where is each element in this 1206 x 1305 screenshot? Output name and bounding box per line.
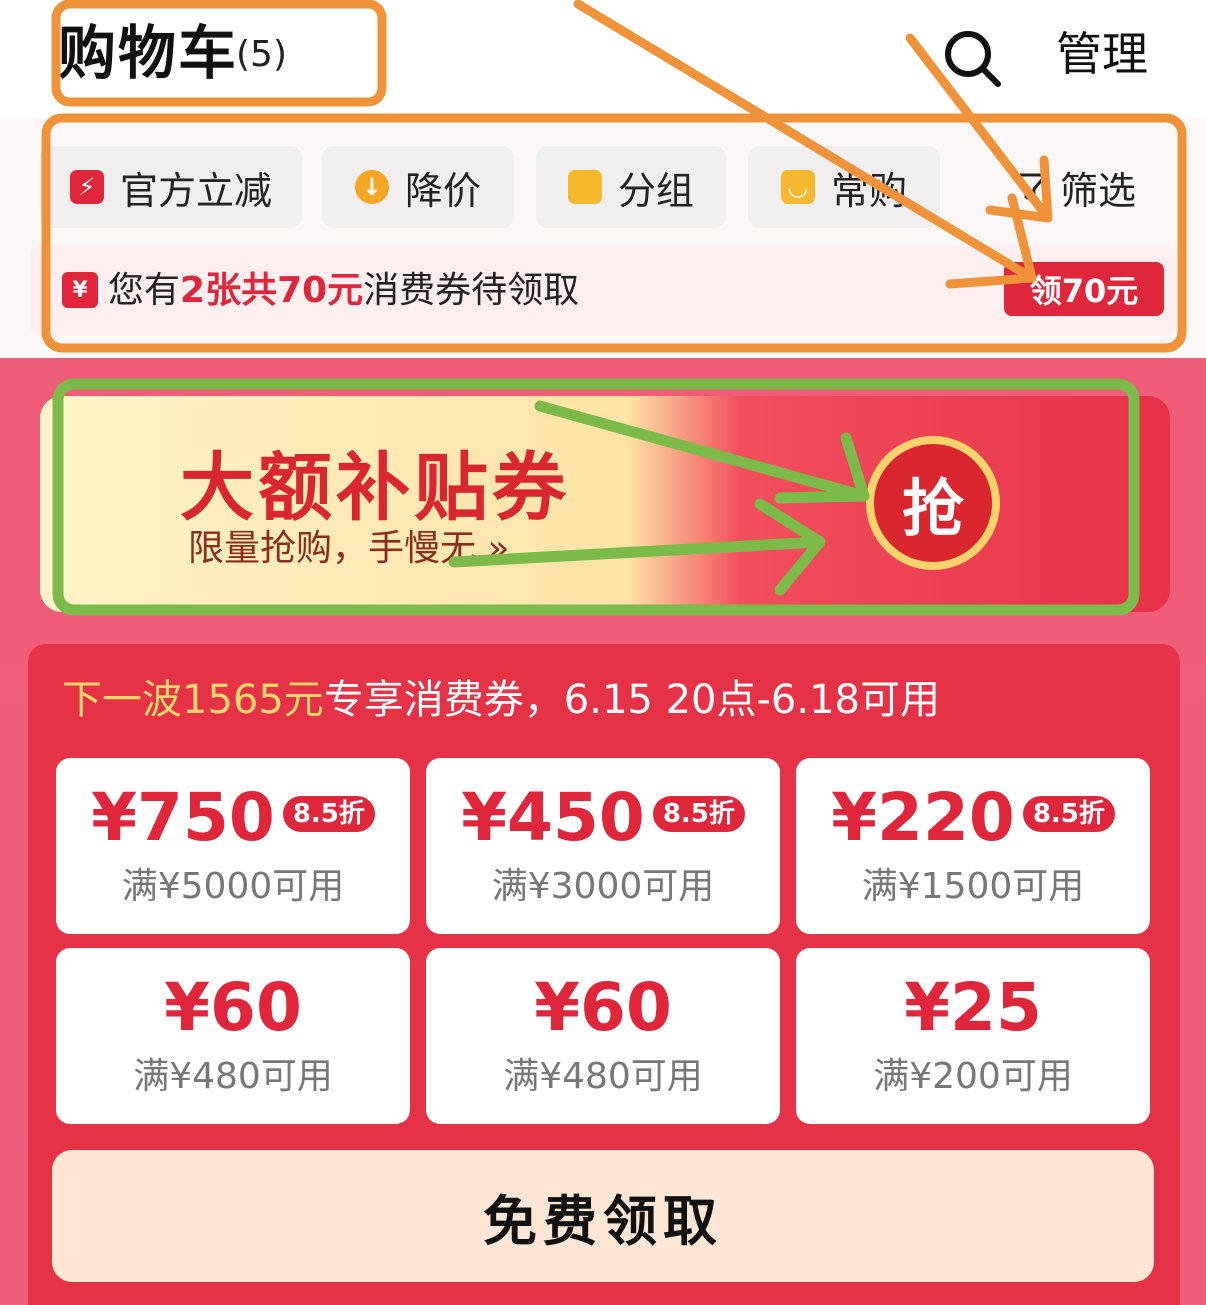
chip-label: 常购 [830,168,907,213]
discount-badge: 8.5折 [652,795,745,832]
coupon-card[interactable]: ¥750 8.5折 满¥5000可用 [56,758,410,934]
grab-button[interactable]: 抢 [866,436,1000,570]
claim-70-button[interactable]: 领70元 [1004,262,1164,316]
coupon-condition: 满¥3000可用 [491,866,715,907]
panel-title: 下一波1565元专享消费券，6.15 20点-6.18可用 [62,677,940,723]
chip-price-drop[interactable]: ↓ 降价 [322,146,514,228]
discount-badge: 8.5折 [1022,795,1115,832]
cart-count: (5) [236,34,287,75]
bag-icon: ◡ [780,170,815,204]
yen-icon: ¥ [62,272,98,308]
search-icon[interactable] [940,26,1004,90]
chip-group[interactable]: 分组 [536,146,726,228]
coupon-condition: 满¥480可用 [133,1056,333,1097]
coupon-card[interactable]: ¥450 8.5折 满¥3000可用 [426,758,780,934]
manage-button[interactable]: 管理 [1056,22,1148,86]
coupon-card[interactable]: ¥60 满¥480可用 [426,948,780,1124]
coupon-amount: ¥25 [904,969,1042,1046]
coupon-amount: ¥750 [91,779,275,856]
discount-badge: 8.5折 [282,795,375,832]
chip-frequent[interactable]: ◡ 常购 [748,146,940,228]
filter-icon [1012,173,1048,203]
free-claim-button[interactable]: 免费领取 [52,1150,1154,1282]
coupon-card[interactable]: ¥60 满¥480可用 [56,948,410,1124]
chip-label: 降价 [404,168,481,213]
coupon-card[interactable]: ¥220 8.5折 满¥1500可用 [796,758,1150,934]
coupon-condition: 满¥200可用 [873,1056,1073,1097]
banner-subtitle: 限量抢购，手慢无 » [188,528,510,569]
coupon-condition: 满¥1500可用 [861,866,1085,907]
coupon-card[interactable]: ¥25 满¥200可用 [796,948,1150,1124]
coupon-amount: ¥450 [461,779,645,856]
page-title: 购物车 [58,19,239,87]
coupon-amount: ¥60 [534,969,672,1046]
filter-label: 筛选 [1060,168,1137,213]
chip-label: 官方立减 [119,168,272,213]
coupon-condition: 满¥480可用 [503,1056,703,1097]
arrow-down-icon: ↓ [354,170,389,204]
lightning-icon: ⚡ [69,170,104,204]
chip-official-discount[interactable]: ⚡ 官方立减 [40,146,302,228]
voucher-strip-text: 您有2张共70元消费券待领取 [108,270,580,311]
coupon-condition: 满¥5000可用 [121,866,345,907]
chip-label: 分组 [617,168,694,213]
folder-icon [567,170,602,204]
coupon-amount: ¥60 [164,969,302,1046]
banner-title: 大额补贴券 [180,445,570,531]
filter-button[interactable]: 筛选 [1010,150,1136,224]
coupon-amount: ¥220 [831,779,1015,856]
